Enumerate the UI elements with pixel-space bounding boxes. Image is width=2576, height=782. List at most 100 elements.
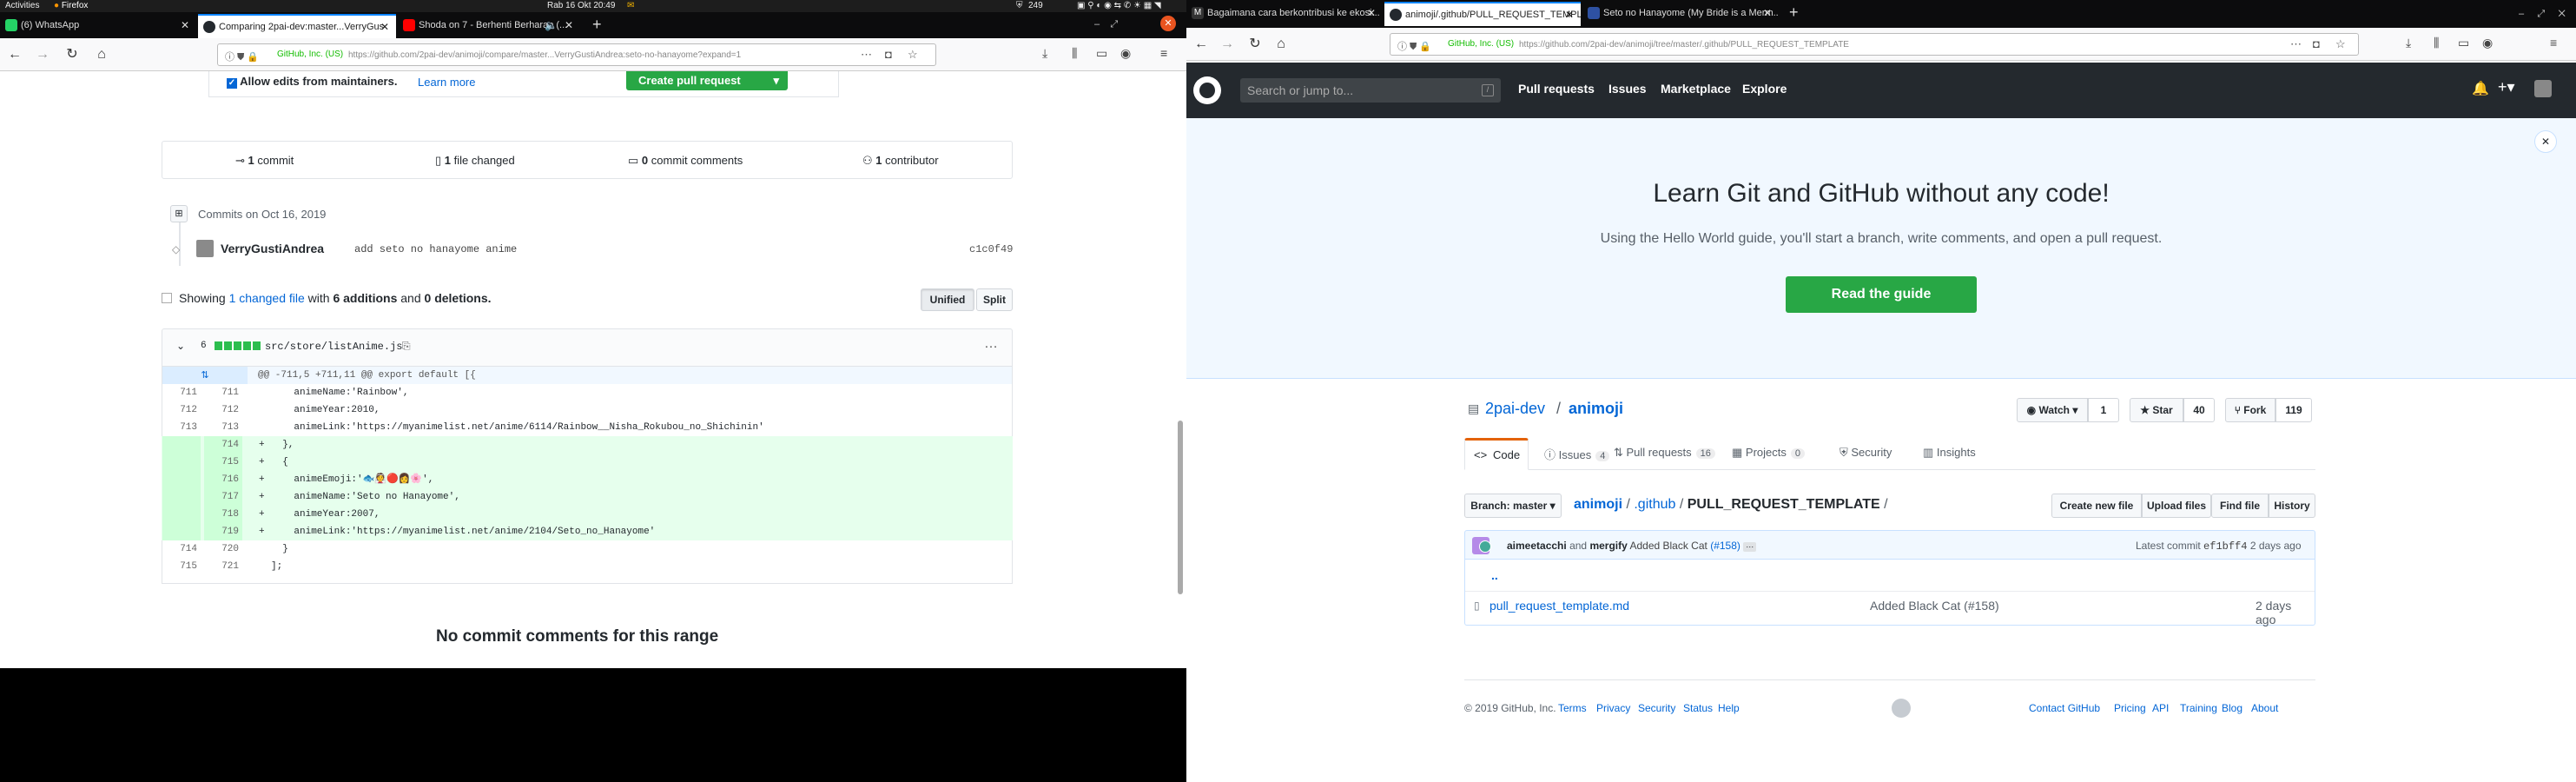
star-count[interactable]: 40 [2183,398,2215,422]
breadcrumb-repo[interactable]: animoji [1574,497,1622,512]
app-menu[interactable]: ● Firefox [54,1,88,10]
find-file-button[interactable]: Find file [2211,494,2269,518]
close-window-icon[interactable]: ✕ [1160,16,1176,31]
unified-button[interactable]: Unified [921,288,974,311]
file-commit-message[interactable]: Added Black Cat (#158) [1870,599,1999,613]
history-button[interactable]: History [2269,494,2315,518]
close-icon[interactable]: ✕ [2534,130,2557,153]
close-icon[interactable]: ✕ [565,19,573,31]
footer-link-blog[interactable]: Blog [2222,702,2242,714]
close-icon[interactable]: ✕ [1763,7,1772,19]
old-line-number[interactable] [162,488,201,506]
tab-comparing[interactable]: Comparing 2pai-dev:master...VerryGus ✕ [198,14,396,38]
watch-button[interactable]: ◉ Watch ▾ [2017,398,2088,422]
footer-link-status[interactable]: Status [1683,702,1713,714]
forward-icon[interactable]: → [33,45,52,64]
bell-icon[interactable]: 🔔 [2472,80,2489,97]
account-icon[interactable]: ◉ [1120,46,1131,61]
forward-icon[interactable]: → [1218,35,1237,54]
repo-owner-link[interactable]: 2pai-dev [1485,400,1545,418]
tab-seto-no-hanayome[interactable]: Seto no Hanayome (My Bride is a Merm... ✕ [1582,2,1779,26]
url-bar[interactable]: ⓘ ⛊ 🔒 GitHub, Inc. (US) https://github.c… [1390,33,2359,56]
footer-link-training[interactable]: Training [2180,702,2217,714]
file-link[interactable]: pull_request_template.md [1489,599,1629,613]
collapse-chevron-icon[interactable]: ⌄ [176,340,185,352]
account-icon[interactable]: ◉ [2482,36,2493,50]
scrollbar-thumb[interactable] [1178,421,1183,594]
new-line-number[interactable]: 718 [204,506,242,523]
commit-comments-stat[interactable]: ▭ 0 commit comments [628,154,743,168]
nav-explore[interactable]: Explore [1742,82,1787,96]
bookmark-star-icon[interactable]: ☆ [2335,37,2346,51]
expand-ellipsis-button[interactable]: ⋯ [1743,542,1757,552]
split-button[interactable]: Split [976,288,1013,311]
breadcrumb-dir[interactable]: .github [1634,497,1675,512]
avatar[interactable] [196,240,214,257]
new-line-number[interactable]: 719 [204,523,242,540]
old-line-number[interactable]: 714 [162,540,201,558]
user-avatar[interactable] [2534,80,2552,97]
tray-icons[interactable]: ▣ ⚲ ◐ ◉ ⇆ ✆ ☀ ▦ ◥ [1077,1,1161,10]
old-line-number[interactable] [162,471,201,488]
new-line-number[interactable]: 712 [204,401,242,419]
new-line-number[interactable]: 713 [204,419,242,436]
tab-issues[interactable]: ⓘ Issues 4 [1544,446,1610,462]
commit-message-link[interactable]: Added Black Cat [1629,540,1707,552]
close-icon[interactable]: ✕ [181,19,189,31]
create-pull-request-button[interactable]: Create pull request ▾ [626,71,788,90]
branch-select-button[interactable]: Branch: master ▾ [1464,494,1562,518]
tab-code[interactable]: <> Code [1464,438,1529,470]
hamburger-menu-icon[interactable]: ≡ [1160,46,1167,60]
footer-link-privacy[interactable]: Privacy [1596,702,1630,714]
footer-link-help[interactable]: Help [1718,702,1740,714]
download-icon[interactable]: ⤓ [1042,46,1047,61]
home-icon[interactable]: ⌂ [1271,35,1291,54]
upload-files-button[interactable]: Upload files [2142,494,2211,518]
new-line-number[interactable]: 721 [204,558,242,575]
hamburger-menu-icon[interactable]: ≡ [2550,36,2557,50]
commit-sha[interactable]: c1c0f49 [969,243,1013,255]
footer-link-api[interactable]: API [2152,702,2169,714]
github-mark-icon[interactable] [1892,699,1911,718]
latest-commit-sha[interactable]: ef1bff4 [2203,540,2247,553]
library-icon[interactable]: ⫼ [1072,46,1077,61]
clipboard-icon[interactable]: ⎘ [402,340,411,353]
sidebar-icon[interactable]: ▭ [2458,36,2469,50]
old-line-number[interactable]: 715 [162,558,201,575]
tab-youtube[interactable]: Shoda on 7 - Berhenti Berharap (... 🔈 ✕ [398,14,580,38]
tab-projects[interactable]: ▦ Projects 0 [1732,446,1805,460]
author-link[interactable]: mergify [1589,540,1627,552]
expand-icon[interactable]: ⇅ [162,367,248,384]
create-new-file-button[interactable]: Create new file [2051,494,2142,518]
file-path[interactable]: src/store/listAnime.js [265,341,402,353]
fork-button[interactable]: ⑂ Fork [2225,398,2275,422]
tab-insights[interactable]: ▥ Insights [1923,446,1976,460]
contributors-stat[interactable]: ⚇ 1 contributor [862,154,939,168]
info-icon[interactable]: ⓘ ⛊ 🔒 [225,50,259,63]
sidebar-icon[interactable]: ▭ [1096,46,1107,61]
new-tab-button[interactable]: + [1784,2,1805,26]
author-link[interactable]: aimeetacchi [1507,540,1567,552]
old-line-number[interactable]: 711 [162,384,201,401]
old-line-number[interactable] [162,436,201,454]
new-line-number[interactable]: 717 [204,488,242,506]
file-options-icon[interactable]: … [984,336,998,352]
footer-link-pricing[interactable]: Pricing [2114,702,2146,714]
url-text[interactable]: https://github.com/2pai-dev/animoji/tree… [1519,40,1849,50]
commit-message[interactable]: add seto no hanayome anime [354,243,517,255]
files-changed-stat[interactable]: ▯ 1 file changed [435,154,515,168]
bookmark-star-icon[interactable]: ☆ [908,48,918,62]
url-bar[interactable]: ⓘ ⛊ 🔒 GitHub, Inc. (US) https://github.c… [217,43,936,66]
library-icon[interactable]: ⫼ [2434,36,2439,50]
window-controls[interactable]: ‒ ⤢ ✕ [2519,9,2566,20]
fork-count[interactable]: 119 [2275,398,2312,422]
read-the-guide-button[interactable]: Read the guide [1786,276,1977,313]
back-icon[interactable]: ← [1192,35,1211,54]
old-line-number[interactable] [162,523,201,540]
toc-icon[interactable] [162,293,172,303]
new-line-number[interactable]: 720 [204,540,242,558]
tab-whatsapp[interactable]: (6) WhatsApp ✕ [0,14,196,38]
nav-marketplace[interactable]: Marketplace [1661,82,1731,96]
search-input[interactable]: Search or jump to... / [1240,78,1501,103]
allow-edits-checkbox[interactable]: ✓ Allow edits from maintainers. [227,75,397,89]
